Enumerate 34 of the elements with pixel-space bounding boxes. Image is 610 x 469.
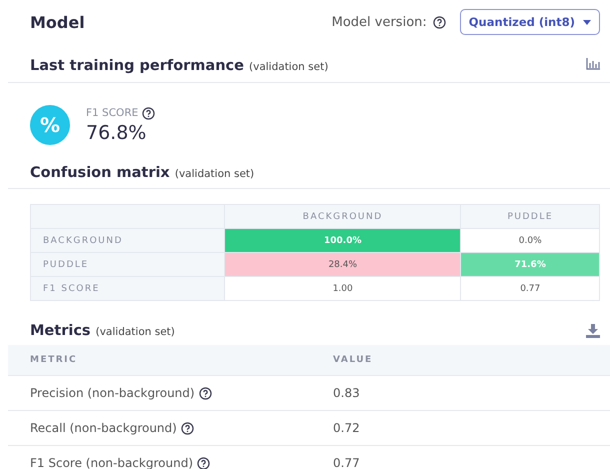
score-label: F1 SCORE	[86, 107, 138, 119]
help-icon[interactable]	[432, 16, 446, 28]
section-title: Metrics (validation set)	[30, 323, 175, 339]
page-title: Model	[30, 12, 85, 32]
row-header: F1 SCORE	[30, 276, 224, 300]
percent-icon: %	[30, 105, 70, 145]
download-icon[interactable]	[586, 324, 600, 338]
matrix-cell: 0.77	[460, 276, 600, 300]
caret-icon	[583, 20, 591, 24]
metric-value: 0.77	[311, 446, 610, 469]
matrix-cell: 71.6%	[460, 252, 600, 276]
matrix-cell: 100.0%	[224, 228, 461, 252]
version-dropdown[interactable]: Quantized (int8)	[460, 9, 600, 35]
column-header: PUDDLE	[460, 204, 600, 228]
version-label: Model version:	[332, 14, 427, 30]
metric-name: Recall (non-background)	[30, 421, 177, 435]
section-title: Last training performance (validation set)	[30, 58, 328, 74]
column-header: VALUE	[311, 345, 610, 376]
column-header: METRIC	[8, 345, 311, 376]
help-icon[interactable]	[198, 386, 212, 400]
metric-name: Precision (non-background)	[30, 386, 195, 400]
row-header: BACKGROUND	[30, 228, 224, 252]
help-icon[interactable]	[197, 456, 210, 469]
help-icon[interactable]	[142, 106, 156, 120]
column-header: BACKGROUND	[224, 204, 461, 228]
matrix-cell: 1.00	[224, 276, 461, 300]
bar-chart-icon[interactable]	[586, 58, 600, 70]
help-icon[interactable]	[180, 422, 194, 434]
matrix-cell: 28.4%	[224, 252, 461, 276]
row-header: PUDDLE	[30, 252, 224, 276]
metric-value: 0.83	[311, 376, 610, 410]
score-value: 76.8%	[86, 122, 148, 144]
section-title: Confusion matrix (validation set)	[30, 165, 254, 181]
metric-value: 0.72	[311, 410, 610, 446]
